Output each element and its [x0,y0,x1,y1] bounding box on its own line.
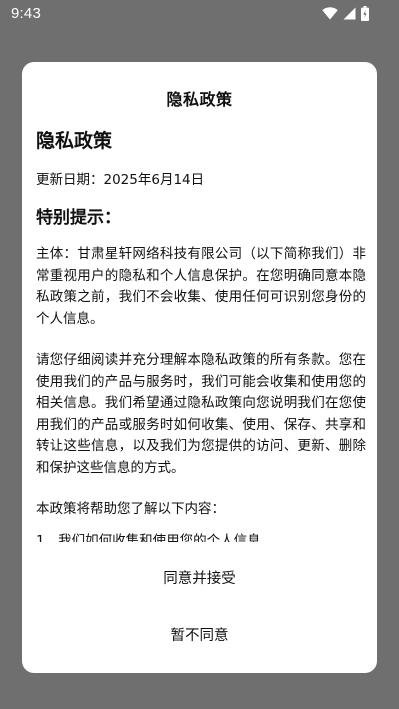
special-notice-heading: 特别提示： [36,208,121,228]
policy-paragraph: 本政策将帮助您了解以下内容： [36,501,225,517]
wifi-icon [322,6,338,20]
status-icons [322,5,369,21]
decline-button[interactable]: 暂不同意 [22,612,377,656]
policy-scroll-area[interactable]: 隐私政策 更新日期：2025年6月14日 特别提示： 主体：甘肃星轩网络科技有限… [36,124,366,542]
update-date: 更新日期：2025年6月14日 [36,172,205,188]
policy-list-item: 1、我们如何收集和使用您的个人信息 [36,532,261,543]
policy-paragraph: 请您仔细阅读并充分理解本隐私政策的所有条款。您在使用我们的产品与服务时，我们可能… [36,352,366,476]
accept-button[interactable]: 同意并接受 [22,555,377,599]
status-bar: 9:43 [0,0,399,28]
policy-paragraph: 主体：甘肃星轩网络科技有限公司（以下简称我们）非常重视用户的隐私和个人信息保护。… [36,246,366,327]
battery-icon [361,5,369,21]
policy-heading: 隐私政策 [36,130,113,152]
dialog-title: 隐私政策 [166,90,233,109]
status-time: 9:43 [11,5,41,22]
signal-icon [343,7,356,20]
privacy-dialog: 隐私政策 隐私政策 更新日期：2025年6月14日 特别提示： 主体：甘肃星轩网… [22,62,377,673]
